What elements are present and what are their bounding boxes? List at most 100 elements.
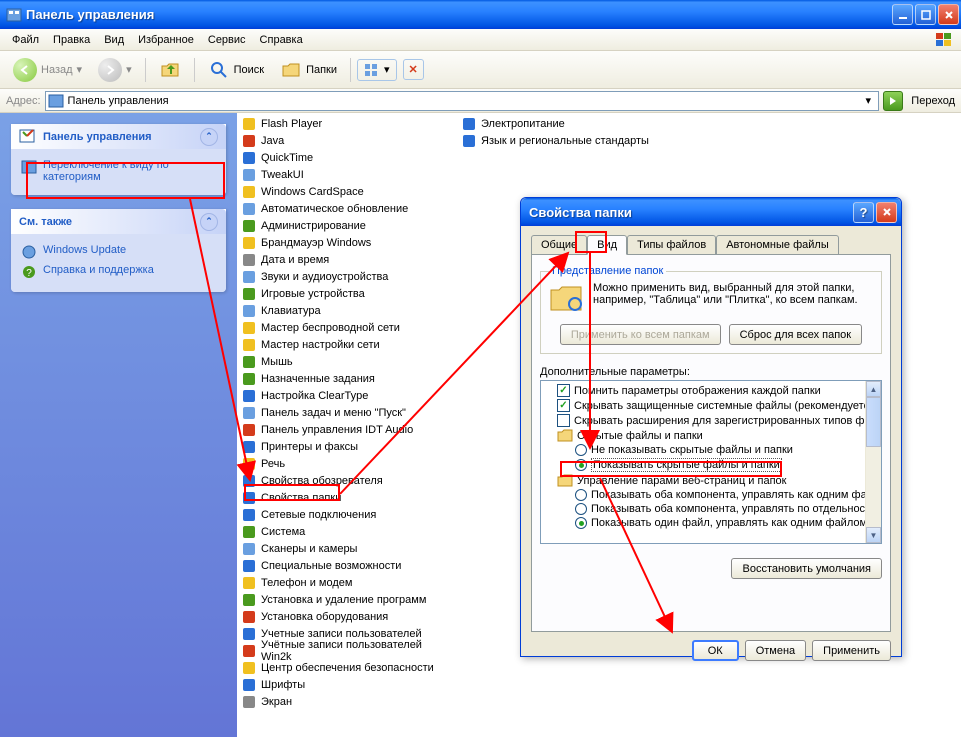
cp-item[interactable]: Телефон и модем <box>237 574 457 591</box>
restore-defaults-button[interactable]: Восстановить умолчания <box>731 558 882 579</box>
cp-item[interactable]: Установка и удаление программ <box>237 591 457 608</box>
folder-views-group: Представление папок Можно применить вид,… <box>540 271 882 354</box>
tree-item[interactable]: Показывать оба компонента, управлять как… <box>591 489 867 501</box>
tab-filetypes[interactable]: Типы файлов <box>627 235 716 255</box>
cp-item[interactable]: Flash Player <box>237 115 457 132</box>
cp-item[interactable]: TweakUI <box>237 166 457 183</box>
menu-favorites[interactable]: Избранное <box>132 32 200 48</box>
cp-item[interactable]: Свойства папки <box>237 489 457 506</box>
windows-flag-icon <box>933 31 955 49</box>
menu-tools[interactable]: Сервис <box>202 32 252 48</box>
cp-item[interactable]: Центр обеспечения безопасности <box>237 659 457 676</box>
cp-item[interactable]: Специальные возможности <box>237 557 457 574</box>
cp-item[interactable]: Принтеры и факсы <box>237 438 457 455</box>
task-header-seealso[interactable]: См. также ⌃ <box>11 209 226 234</box>
help-button[interactable]: ? <box>853 202 874 223</box>
cp-item[interactable]: Клавиатура <box>237 302 457 319</box>
up-button[interactable] <box>152 54 188 86</box>
cp-item[interactable]: Сетевые подключения <box>237 506 457 523</box>
minimize-button[interactable] <box>892 4 913 25</box>
task-header[interactable]: Панель управления ⌃ <box>11 124 226 149</box>
cp-item[interactable]: Брандмауэр Windows <box>237 234 457 251</box>
checkbox[interactable] <box>557 414 570 427</box>
folders-button[interactable]: Папки <box>273 54 344 86</box>
tree-item[interactable]: Помнить параметры отображения каждой пап… <box>574 385 821 397</box>
cp-item[interactable]: Учётные записи пользователей Win2k <box>237 642 457 659</box>
cp-item[interactable]: Windows CardSpace <box>237 183 457 200</box>
radio[interactable] <box>575 503 587 515</box>
collapse-icon[interactable]: ⌃ <box>200 128 218 146</box>
cp-item[interactable]: QuickTime <box>237 149 457 166</box>
cp-item[interactable]: Настройка ClearType <box>237 387 457 404</box>
forward-button[interactable]: ▾ <box>91 53 139 87</box>
tree-item[interactable]: Показывать один файл, управлять как одни… <box>591 517 867 529</box>
maximize-button[interactable] <box>915 4 936 25</box>
advanced-tree[interactable]: ✓ Помнить параметры отображения каждой па… <box>540 380 882 544</box>
help-support-link[interactable]: ? Справка и поддержка <box>21 262 216 282</box>
cp-item[interactable]: Мастер настройки сети <box>237 336 457 353</box>
checkbox[interactable]: ✓ <box>557 399 570 412</box>
cp-item[interactable]: Автоматическое обновление <box>237 200 457 217</box>
view-button[interactable]: ▾ <box>357 59 397 81</box>
cp-item[interactable]: Установка оборудования <box>237 608 457 625</box>
dialog-close-button[interactable] <box>876 202 897 223</box>
tree-item[interactable]: Скрытые файлы и папки <box>577 430 703 442</box>
radio[interactable] <box>575 459 587 471</box>
cp-item[interactable]: Речь <box>237 455 457 472</box>
tab-view[interactable]: Вид <box>587 235 627 255</box>
cp-item[interactable]: Игровые устройства <box>237 285 457 302</box>
back-button[interactable]: Назад ▾ <box>6 53 89 87</box>
tab-offline[interactable]: Автономные файлы <box>716 235 839 255</box>
cp-item[interactable]: Администрирование <box>237 217 457 234</box>
go-button[interactable] <box>883 91 903 111</box>
radio[interactable] <box>575 517 587 529</box>
address-input[interactable]: Панель управления ▾ <box>45 91 880 111</box>
close-button[interactable] <box>938 4 959 25</box>
switch-view-link[interactable]: Переключение к виду по категориям <box>21 157 216 185</box>
menu-view[interactable]: Вид <box>98 32 130 48</box>
folder-icon <box>557 474 573 487</box>
scrollbar[interactable]: ▲ ▼ <box>865 381 881 543</box>
menu-help[interactable]: Справка <box>254 32 309 48</box>
scroll-down-icon[interactable]: ▼ <box>866 527 881 543</box>
cp-item[interactable]: Язык и региональные стандарты <box>457 132 677 149</box>
folder-options-dialog: Свойства папки ? Общие Вид Типы файлов А… <box>520 197 902 657</box>
tab-general[interactable]: Общие <box>531 235 587 255</box>
tree-item-selected[interactable]: Показывать скрытые файлы и папки <box>591 458 782 472</box>
cp-item[interactable]: Мастер беспроводной сети <box>237 319 457 336</box>
cp-item[interactable]: Панель задач и меню "Пуск" <box>237 404 457 421</box>
cp-item[interactable]: Звуки и аудиоустройства <box>237 268 457 285</box>
radio[interactable] <box>575 489 587 501</box>
tree-item[interactable]: Показывать оба компонента, управлять по … <box>591 503 865 515</box>
search-button[interactable]: Поиск <box>201 54 271 86</box>
menu-file[interactable]: Файл <box>6 32 45 48</box>
tree-item[interactable]: Управление парами веб-страниц и папок <box>577 475 786 487</box>
cp-item[interactable]: Панель управления IDT Audio <box>237 421 457 438</box>
tree-item[interactable]: Скрывать защищенные системные файлы (рек… <box>574 400 875 412</box>
reset-all-button[interactable]: Сброс для всех папок <box>729 324 863 345</box>
checkbox[interactable]: ✓ <box>557 384 570 397</box>
tree-item[interactable]: Не показывать скрытые файлы и папки <box>591 444 793 456</box>
collapse-icon[interactable]: ⌃ <box>200 213 218 231</box>
cp-item[interactable]: Электропитание <box>457 115 677 132</box>
delete-button[interactable]: ✕ <box>403 59 424 80</box>
tree-item[interactable]: Скрывать расширения для зарегистрированн… <box>574 415 871 427</box>
cp-item[interactable]: Экран <box>237 693 457 710</box>
cp-item[interactable]: Система <box>237 523 457 540</box>
radio[interactable] <box>575 444 587 456</box>
scroll-thumb[interactable] <box>866 397 881 447</box>
cp-item[interactable]: Дата и время <box>237 251 457 268</box>
apply-button[interactable]: Применить <box>812 640 891 661</box>
cp-item[interactable]: Назначенные задания <box>237 370 457 387</box>
cp-item[interactable]: Шрифты <box>237 676 457 693</box>
menu-edit[interactable]: Правка <box>47 32 96 48</box>
cp-item[interactable]: Java <box>237 132 457 149</box>
cp-item[interactable]: Свойства обозревателя <box>237 472 457 489</box>
dropdown-icon[interactable]: ▾ <box>860 94 876 107</box>
cancel-button[interactable]: Отмена <box>745 640 806 661</box>
ok-button[interactable]: ОК <box>692 640 739 661</box>
cp-item[interactable]: Мышь <box>237 353 457 370</box>
windows-update-link[interactable]: Windows Update <box>21 242 216 262</box>
scroll-up-icon[interactable]: ▲ <box>866 381 881 397</box>
cp-item[interactable]: Сканеры и камеры <box>237 540 457 557</box>
